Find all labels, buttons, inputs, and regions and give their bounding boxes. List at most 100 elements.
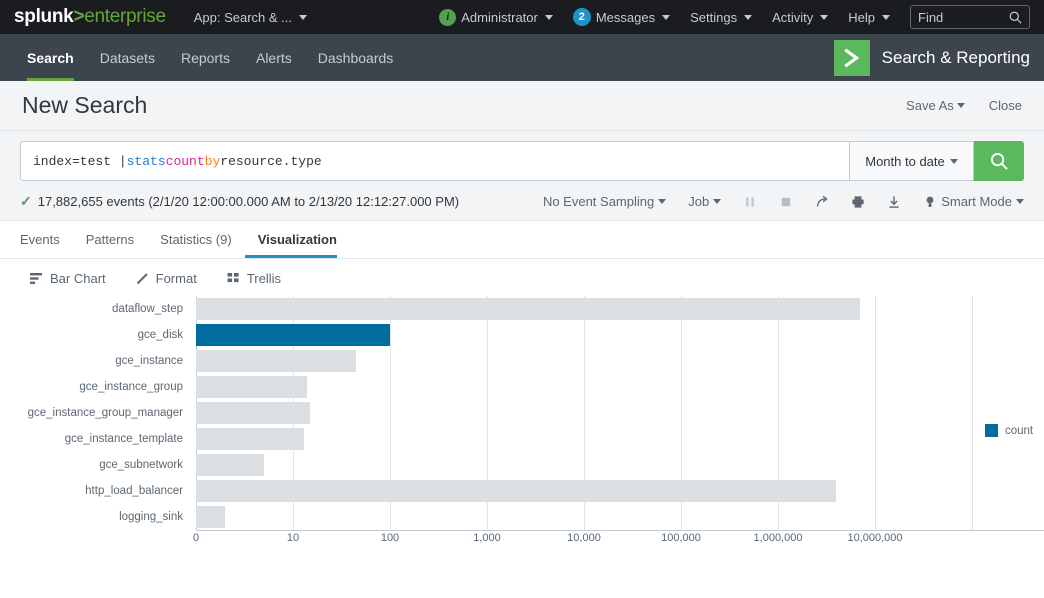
- nav-tab-alerts-label: Alerts: [255, 49, 292, 66]
- pause-button[interactable]: [743, 195, 757, 209]
- search-mode-menu[interactable]: Smart Mode: [923, 194, 1024, 209]
- job-menu[interactable]: Job: [688, 194, 722, 209]
- x-axis-tick-labels: 0 10 100 1,000 10,000 100,000 1,000,000 10,000,…: [193, 532, 1044, 552]
- event-count-text: 17,882,655 events (2/1/20 12:00:00.000 A…: [37, 194, 460, 209]
- export-button[interactable]: [887, 195, 901, 209]
- app-nav-bar: Search Datasets Reports Alerts Dashboard…: [0, 34, 1044, 81]
- event-sampling-menu[interactable]: No Event Sampling: [543, 194, 667, 209]
- nav-tab-datasets[interactable]: Datasets: [87, 34, 168, 81]
- app-selector-menu[interactable]: App: Search & ...: [194, 10, 308, 25]
- chevron-down-icon: [949, 158, 958, 164]
- share-button[interactable]: [815, 195, 829, 209]
- bar-row: [196, 296, 1044, 322]
- bar-gce_instance[interactable]: [196, 350, 357, 372]
- tab-events[interactable]: Events: [20, 221, 73, 258]
- app-brand-label: Search & Reporting: [881, 47, 1030, 67]
- tab-visualization[interactable]: Visualization: [244, 221, 350, 258]
- settings-menu[interactable]: Settings: [690, 10, 753, 25]
- share-arrow-icon: [817, 195, 828, 207]
- spl-segment-0: index=test |: [33, 153, 127, 169]
- messages-count-badge: 2: [572, 8, 591, 26]
- search-row: index=test | stats count by resource.typ…: [20, 141, 1024, 181]
- activity-label: Activity: [772, 9, 814, 25]
- page-header-actions: Save As Close: [906, 98, 1022, 113]
- plot-area: [196, 296, 1044, 530]
- splunk-logo[interactable]: splunk>enterprise: [14, 6, 166, 28]
- bar-row: [196, 478, 1044, 504]
- page-title: New Search: [22, 92, 148, 118]
- time-range-picker[interactable]: Month to date: [849, 141, 974, 181]
- chevron-down-icon: [658, 199, 667, 204]
- print-button[interactable]: [851, 195, 865, 209]
- bar-http_load_balancer[interactable]: [196, 480, 837, 502]
- search-icon: [990, 152, 1008, 170]
- format-button[interactable]: Format: [136, 271, 197, 286]
- activity-menu[interactable]: Activity: [772, 9, 829, 25]
- y-axis-label-gce_instance: gce_instance: [115, 355, 183, 367]
- chevron-down-icon: [956, 103, 965, 108]
- bar-gce_instance_template[interactable]: [196, 428, 305, 450]
- bar-dataflow_step[interactable]: [196, 298, 860, 320]
- nav-tab-search[interactable]: Search: [14, 34, 87, 81]
- user-menu[interactable]: i Administrator: [439, 8, 553, 26]
- tab-events-label: Events: [20, 232, 60, 247]
- spl-segment-3: by: [204, 153, 221, 169]
- nav-tab-reports-label: Reports: [180, 49, 230, 66]
- grid-icon: [227, 273, 239, 283]
- x-tick-3: 1,000: [473, 532, 501, 544]
- search-query-input[interactable]: index=test | stats count by resource.typ…: [20, 141, 849, 181]
- bar-row: [196, 400, 1044, 426]
- save-as-button[interactable]: Save As: [906, 98, 965, 113]
- top-bar-right-group: i Administrator 2 Messages Settings Acti…: [439, 5, 1030, 29]
- bar-gce_disk[interactable]: [196, 324, 390, 346]
- check-icon: ✓: [20, 193, 32, 209]
- tab-statistics[interactable]: Statistics (9): [147, 221, 245, 258]
- y-axis-label-gce_subnetwork: gce_subnetwork: [99, 459, 183, 471]
- bar-row: [196, 374, 1044, 400]
- search-icon: [1009, 11, 1022, 24]
- app-chevron-icon: [833, 39, 870, 76]
- find-box[interactable]: [910, 5, 1030, 29]
- info-icon: i: [439, 8, 457, 26]
- logo-enterprise-text: enterprise: [84, 6, 166, 27]
- x-axis-line: [196, 530, 1044, 531]
- chart-legend[interactable]: count: [985, 424, 1033, 437]
- app-brand[interactable]: Search & Reporting: [833, 34, 1030, 81]
- legend-label-count: count: [1005, 424, 1034, 437]
- close-button[interactable]: Close: [989, 98, 1022, 113]
- chart-type-button[interactable]: Bar Chart: [30, 271, 106, 286]
- bar-row: [196, 322, 1044, 348]
- bar-gce_instance_group[interactable]: [196, 376, 308, 398]
- spl-segment-2: count: [165, 153, 205, 169]
- y-axis-label-dataflow_step: dataflow_step: [112, 303, 183, 315]
- tab-patterns[interactable]: Patterns: [73, 221, 147, 258]
- nav-tab-alerts[interactable]: Alerts: [243, 34, 305, 81]
- job-controls: No Event Sampling Job Smart Mode: [543, 194, 1024, 209]
- bar-gce_subnetwork[interactable]: [196, 454, 264, 476]
- stop-button[interactable]: [779, 195, 793, 209]
- bar-gce_instance_group_manager[interactable]: [196, 402, 311, 424]
- bar-row: [196, 348, 1044, 374]
- event-count-info: ✓ 17,882,655 events (2/1/20 12:00:00.000…: [20, 193, 459, 210]
- logo-splunk-text: splunk: [14, 6, 74, 27]
- messages-menu[interactable]: 2 Messages: [572, 8, 671, 26]
- x-tick-1: 10: [286, 532, 300, 544]
- x-tick-6: 1,000,000: [753, 532, 803, 544]
- bar-chart: resource.type dataflow_stepgce_diskgce_i…: [0, 296, 1044, 556]
- lightbulb-icon: [926, 196, 934, 207]
- run-search-button[interactable]: [974, 141, 1024, 181]
- nav-tab-reports[interactable]: Reports: [168, 34, 243, 81]
- close-label: Close: [988, 98, 1022, 113]
- bar-row: [196, 452, 1044, 478]
- nav-tab-dashboards[interactable]: Dashboards: [305, 34, 407, 81]
- chevron-down-icon: [744, 14, 753, 20]
- job-menu-label: Job: [688, 194, 710, 209]
- chevron-down-icon: [299, 14, 308, 20]
- y-axis-label-logging_sink: logging_sink: [119, 511, 183, 523]
- bar-logging_sink[interactable]: [196, 506, 226, 528]
- help-menu[interactable]: Help: [848, 10, 890, 25]
- user-menu-label: Administrator: [461, 9, 538, 25]
- chevron-down-icon: [544, 14, 553, 20]
- find-input[interactable]: [918, 9, 1005, 25]
- trellis-button[interactable]: Trellis: [227, 271, 281, 286]
